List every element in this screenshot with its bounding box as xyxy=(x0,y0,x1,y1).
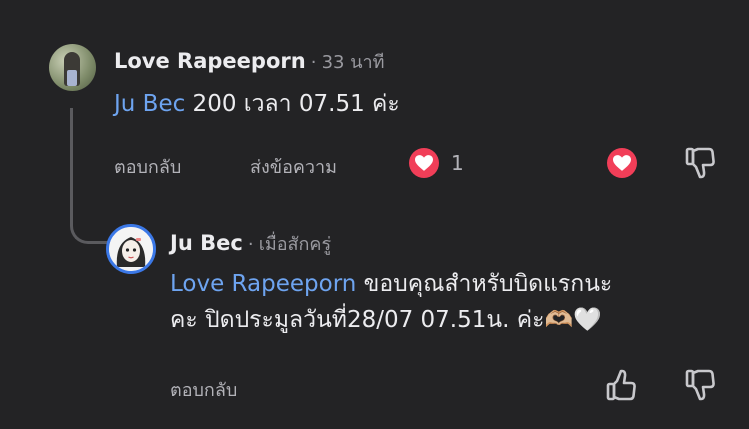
reply-text-line1: ขอบคุณสำหรับบิดแรกนะ xyxy=(356,271,613,297)
reply-author-name[interactable]: Ju Bec xyxy=(170,231,243,255)
thumbs-up-icon[interactable] xyxy=(606,369,636,405)
thread-connector xyxy=(70,108,113,244)
reply-text-line2: คะ ปิดประมูลวันที่28/07 07.51น. ค่ะ🫶🏼🤍 xyxy=(170,307,602,333)
meta-separator: · xyxy=(310,52,317,73)
comment-timestamp[interactable]: 33 นาที xyxy=(322,52,385,73)
thumbs-down-icon[interactable] xyxy=(685,147,715,183)
reaction-count: 1 xyxy=(451,151,464,175)
avatar-ju-bec[interactable] xyxy=(106,224,156,274)
avatar-figure-jeans xyxy=(67,70,77,86)
mention-link[interactable]: Ju Bec xyxy=(114,91,185,117)
comment-text: 200 เวลา 07.51 ค่ะ xyxy=(185,91,400,117)
avatar-love-rapeeporn[interactable] xyxy=(49,44,96,91)
comment-author-name[interactable]: Love Rapeeporn xyxy=(114,49,306,73)
reply-body: Love Rapeeporn ขอบคุณสำหรับบิดแรกนะ คะ ป… xyxy=(170,266,612,338)
meta-separator: · xyxy=(247,234,254,255)
thumbs-down-icon[interactable] xyxy=(685,369,715,405)
send-message-button[interactable]: ส่งข้อความ xyxy=(250,152,337,181)
heart-icon xyxy=(409,148,439,178)
reply-button[interactable]: ตอบกลับ xyxy=(114,152,181,181)
heart-icon[interactable] xyxy=(607,148,637,178)
mention-link[interactable]: Love Rapeeporn xyxy=(170,271,356,297)
comment-header: Love Rapeeporn · 33 นาที xyxy=(114,47,385,76)
reaction-summary[interactable]: 1 xyxy=(409,148,464,178)
reply-timestamp[interactable]: เมื่อสักครู่ xyxy=(259,234,331,255)
comment-body: Ju Bec 200 เวลา 07.51 ค่ะ xyxy=(114,86,400,122)
reply-button[interactable]: ตอบกลับ xyxy=(170,375,237,404)
reply-header: Ju Bec · เมื่อสักครู่ xyxy=(170,229,331,258)
